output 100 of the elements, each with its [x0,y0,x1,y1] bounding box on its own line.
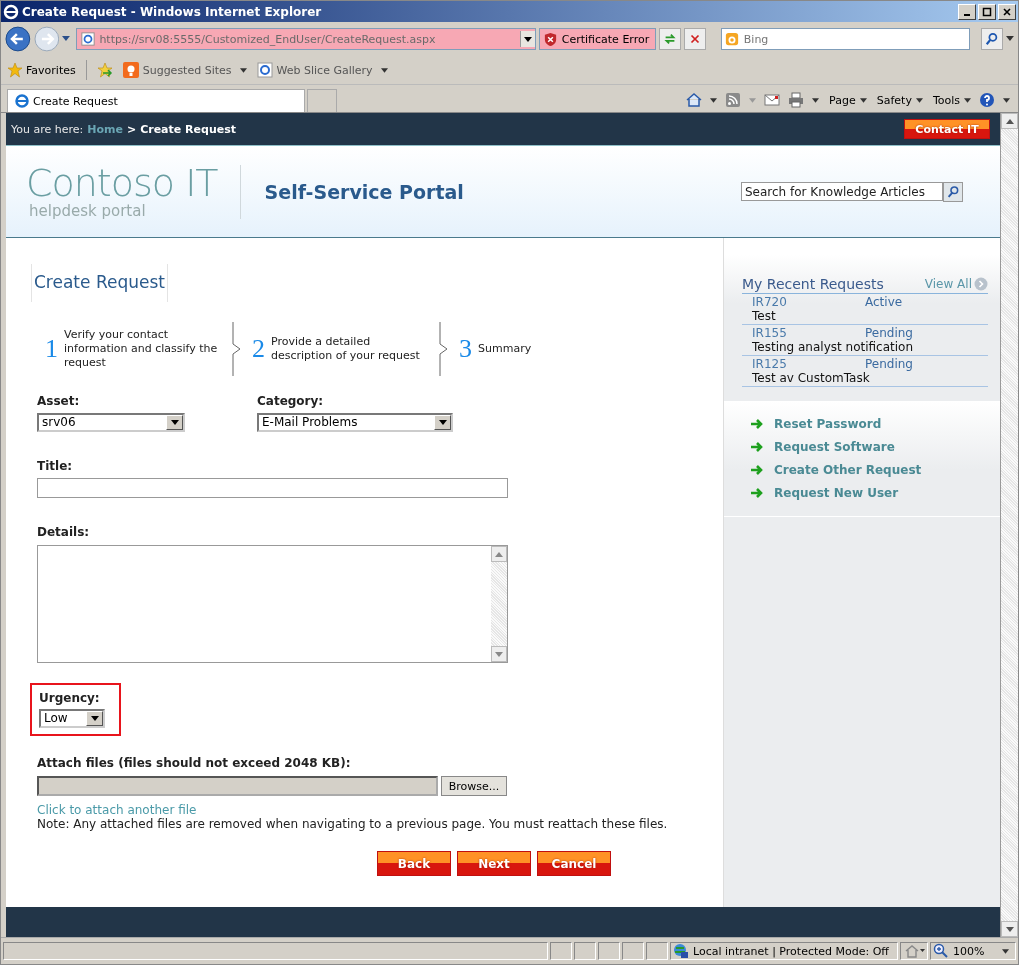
globe-icon [673,943,689,959]
caret-icon [1002,948,1010,954]
form-button[interactable]: Back [377,851,451,876]
request-id-link[interactable]: IR720 [752,295,865,309]
caret-icon[interactable] [1003,97,1010,103]
search-button[interactable] [943,181,963,202]
favorites-bar-item[interactable]: Suggested Sites [122,62,247,78]
step-divider-icon [439,322,449,376]
scroll-up-icon [1005,118,1014,124]
field-label: Attach files (files should not exceed 2048 KB): [37,756,351,770]
house-icon [903,943,925,959]
view-all-link[interactable]: View All [924,277,972,291]
contact-it-button[interactable]: Contact IT [904,119,990,139]
step-number: 1 [45,334,58,364]
request-title: Testing analyst notification [752,340,913,354]
arrow-right-icon [750,486,764,500]
refresh-icon [663,32,678,46]
step-description: Summary [478,342,533,356]
quick-link[interactable]: Request Software [750,440,1000,454]
caret-icon [964,97,971,103]
caret-icon[interactable] [62,36,71,42]
urgency-dropdown[interactable]: Low [39,709,105,728]
caret-icon[interactable] [812,97,820,103]
quick-link[interactable]: Reset Password [750,417,1000,431]
request-title: Test av CustomTask [752,371,870,385]
window-title: Create Request - Windows Internet Explorer [22,4,323,19]
search-field[interactable]: Bing [720,28,971,50]
star-icon [7,62,23,78]
favorites-bar-item[interactable]: Web Slice Gallery [256,62,388,78]
request-id-link[interactable]: IR155 [752,326,865,340]
request-status: Pending [865,326,913,340]
recent-requests-title: My Recent Requests [742,276,884,292]
caret-icon [859,97,867,103]
feed-icon[interactable] [725,92,742,108]
quick-link[interactable]: Create Other Request [750,463,1000,477]
step-divider-icon [232,322,242,376]
stop-button[interactable] [684,28,706,50]
form-button[interactable]: Next [457,851,531,876]
asset-dropdown[interactable]: srv06 [37,413,185,432]
category-dropdown[interactable]: E-Mail Problems [257,413,453,432]
status-panel [550,942,572,960]
status-panel [646,942,668,960]
attach-another-file-link[interactable]: Click to attach another file [37,803,197,817]
field-label: Title: [37,459,73,473]
portal-title: Self-Service Portal [264,180,464,203]
step-description: Provide a detailed description of your request [271,335,421,363]
field-label: Category: [257,394,325,408]
back-icon[interactable] [5,26,31,52]
minimize-button[interactable] [958,3,976,20]
page-icon [81,32,96,46]
status-panel [598,942,620,960]
step-description: Verify your contact information and classify the request [64,328,219,370]
command-menu[interactable]: Safety [876,93,923,107]
step-number: 2 [252,334,265,364]
scroll-down-icon [495,651,503,657]
breadcrumb-separator: > [126,122,137,136]
refresh-button[interactable] [659,28,681,50]
title-field[interactable] [37,478,508,498]
request-id-link[interactable]: IR125 [752,357,865,371]
zoom-control[interactable]: 100% [930,942,1016,960]
favorites-button[interactable]: Favorites [7,62,76,78]
printer-icon[interactable] [788,92,805,108]
command-menu[interactable]: Page [829,93,867,107]
breadcrumb-label: You are here: [11,122,84,136]
arrow-right-icon [750,417,764,431]
form-button[interactable]: Cancel [537,851,611,876]
caret-icon[interactable] [710,97,718,103]
details-field[interactable] [37,545,508,663]
certificate-error-button[interactable]: Certificate Error [538,28,657,50]
caret-icon [380,67,388,73]
browser-tab[interactable]: Create Request [7,89,305,112]
browse-button[interactable]: Browse... [441,776,507,796]
maximize-icon [982,6,992,17]
file-path-field[interactable] [37,776,438,796]
maximize-button[interactable] [978,3,996,20]
close-button[interactable] [998,3,1016,20]
command-menu[interactable]: Tools [932,93,971,107]
home-icon[interactable] [686,92,703,108]
dropdown-button[interactable] [519,31,535,47]
knowledge-search-field[interactable]: Search for Knowledge Articles [741,182,943,201]
caret-icon [239,67,247,73]
caret-icon [170,420,179,425]
address-field[interactable]: https://srv08:5555/Customized_EndUser/CreateRequest.aspx [76,28,536,50]
home-link[interactable]: Home [87,122,123,136]
request-status: Active [865,295,903,309]
quick-link[interactable]: Request New User [750,486,1000,500]
arrow-right-icon [750,463,764,477]
search-icon [946,184,960,199]
lightbulb-icon [122,62,139,78]
request-title: Test [752,309,776,323]
help-icon[interactable] [979,92,995,108]
caret-icon [915,97,923,103]
search-button[interactable] [981,28,1004,50]
scrollbar[interactable] [1000,113,1018,937]
scrollbar[interactable] [491,546,507,662]
caret-icon[interactable] [1006,36,1014,42]
field-label: Urgency: [39,691,101,705]
mail-icon[interactable] [764,92,781,108]
logo-text: Contoso IT [26,163,218,202]
protection-button[interactable] [900,942,928,960]
